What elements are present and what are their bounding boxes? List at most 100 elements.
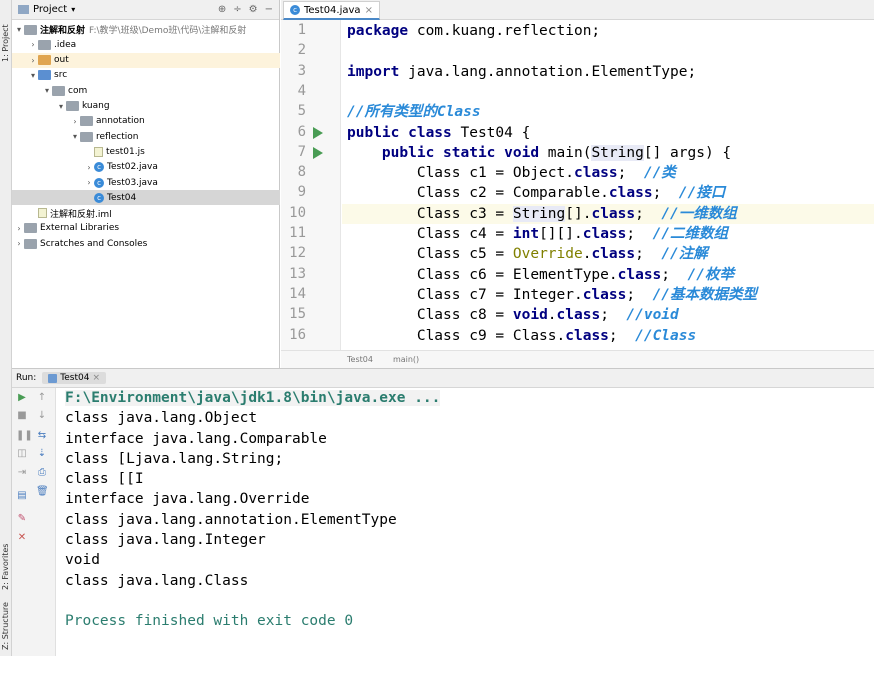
scroll-to-end-icon[interactable]: ⇣ <box>36 448 48 460</box>
up-arrow-icon[interactable]: ↑ <box>36 392 48 404</box>
chevron-down-icon[interactable]: ▾ <box>14 25 24 34</box>
tree-item-label: out <box>54 55 69 66</box>
console-output[interactable]: F:\Environment\java\jdk1.8\bin\java.exe … <box>56 388 874 656</box>
tree-item[interactable]: ▾ kuang <box>12 99 280 114</box>
chevron-right-icon[interactable]: › <box>84 163 94 172</box>
chevron-right-icon[interactable]: › <box>14 239 24 248</box>
stop-icon[interactable]: ■ <box>16 410 28 422</box>
tree-item[interactable]: test01.js <box>12 144 280 159</box>
trash-icon[interactable]: 🗑 <box>36 486 49 498</box>
code-line: Class c1 = Object.class; //类 <box>347 165 676 182</box>
tree-item[interactable]: › .idea <box>12 37 280 52</box>
locate-icon[interactable]: ⊕ <box>218 4 226 15</box>
chevron-down-icon[interactable]: ▾ <box>42 86 52 95</box>
line-number: 9 <box>297 184 306 201</box>
chevron-right-icon[interactable]: › <box>14 224 24 233</box>
tree-item-label: Test02.java <box>107 162 158 173</box>
run-panel-header: Run: Test04 × <box>12 368 874 388</box>
editor-tab-bar: c Test04.java × <box>281 0 874 20</box>
java-class-icon: c <box>94 177 104 188</box>
breadcrumb: Test04 main() <box>281 350 874 368</box>
tree-item-label: Test04 <box>107 192 137 203</box>
project-tool-tab[interactable]: 1: Project <box>0 24 12 122</box>
layout-icon[interactable]: ▤ <box>16 490 28 502</box>
tab-test04-java[interactable]: c Test04.java × <box>283 1 380 20</box>
folder-icon <box>18 5 29 14</box>
run-gutter-icon[interactable] <box>313 126 323 139</box>
code-line: Class c6 = ElementType.class; //枚举 <box>347 266 734 283</box>
close-icon[interactable]: × <box>92 373 100 383</box>
pause-icon[interactable]: ❚❚ <box>16 430 33 442</box>
tree-item[interactable]: › c Test02.java <box>12 160 280 175</box>
line-number: 4 <box>297 82 306 99</box>
file-icon <box>38 208 47 219</box>
code-line: Class c5 = Override.class; //注解 <box>347 246 708 263</box>
breadcrumb-class[interactable]: Test04 <box>347 355 373 364</box>
line-number: 8 <box>297 164 306 181</box>
rerun-icon[interactable]: ▶ <box>16 392 28 404</box>
chevron-down-icon[interactable]: ▾ <box>28 71 38 80</box>
folder-icon <box>24 24 37 35</box>
line-number: 2 <box>297 42 306 59</box>
line-number: 3 <box>297 62 306 79</box>
structure-tool-tab[interactable]: Z: Structure <box>0 602 12 700</box>
console-output-line: class java.lang.Class <box>65 572 249 589</box>
chevron-right-icon[interactable]: › <box>28 40 38 49</box>
down-arrow-icon[interactable]: ↓ <box>36 410 48 422</box>
tree-item[interactable]: › External Libraries <box>12 221 280 236</box>
chevron-right-icon[interactable]: › <box>28 56 38 65</box>
close-icon[interactable]: × <box>365 5 373 16</box>
breadcrumb-method[interactable]: main() <box>393 355 419 364</box>
run-tab-test04[interactable]: Test04 × <box>42 372 107 384</box>
tree-item[interactable]: ▾ reflection <box>12 129 280 144</box>
chevron-down-icon[interactable]: ▾ <box>71 5 75 14</box>
code-line: Class c7 = Integer.class; //基本数据类型 <box>347 286 758 303</box>
tree-item[interactable]: › Scratches and Consoles <box>12 236 280 251</box>
tree-item[interactable]: ▾ com <box>12 83 280 98</box>
code-editor[interactable]: package com.kuang.reflection; import java… <box>342 20 874 350</box>
console-output-line: class [[I <box>65 471 144 488</box>
folder-icon <box>38 70 51 81</box>
chevron-down-icon[interactable]: ▾ <box>56 102 66 111</box>
run-config-icon <box>48 373 58 383</box>
folder-icon <box>24 223 37 234</box>
soft-wrap-icon[interactable]: ⇆ <box>36 430 48 442</box>
tree-item[interactable]: ▾ src <box>12 68 280 83</box>
pin-icon[interactable]: ✎ <box>16 513 28 525</box>
console-output-line: class [Ljava.lang.String; <box>65 450 284 467</box>
tree-item[interactable]: › c Test03.java <box>12 175 280 190</box>
folder-icon <box>52 85 65 96</box>
run-gutter-icon[interactable] <box>313 146 323 159</box>
dump-threads-icon[interactable]: ◫ <box>16 448 28 460</box>
run-toolbar: ▶ ↑ ■ ↓ ❚❚ ⇆ ◫ ⇣ ⇥ ⎙ 🗑 ▤ ✎ ✕ <box>12 388 56 656</box>
tree-item-label: External Libraries <box>40 223 120 234</box>
tree-item[interactable]: c Test04 <box>12 190 280 206</box>
chevron-right-icon[interactable]: › <box>84 178 94 187</box>
tree-item[interactable]: ▾ 注解和反射 F:\教学\班级\Demo班\代码\注解和反射 <box>12 22 280 37</box>
line-number: 5 <box>297 103 306 120</box>
line-number: 14 <box>289 285 306 302</box>
tree-item[interactable]: 注解和反射.iml <box>12 206 280 221</box>
line-number: 6 <box>297 123 306 140</box>
hide-icon[interactable]: − <box>265 4 273 15</box>
tree-item[interactable]: › annotation <box>12 114 280 129</box>
folder-icon <box>80 131 93 142</box>
tree-item-label: annotation <box>96 116 145 127</box>
chevron-right-icon[interactable]: › <box>70 117 80 126</box>
folder-icon <box>24 238 37 249</box>
print-icon[interactable]: ⎙ <box>36 467 48 479</box>
tree-item[interactable]: › out <box>12 52 280 68</box>
exit-icon[interactable]: ⇥ <box>16 467 28 479</box>
console-output-line: void <box>65 552 100 569</box>
collapse-icon[interactable]: ÷ <box>233 4 241 15</box>
gear-icon[interactable]: ⚙ <box>249 4 258 15</box>
console-output-line: class java.lang.annotation.ElementType <box>65 511 397 528</box>
project-view-selector[interactable]: Project <box>33 4 67 15</box>
chevron-down-icon[interactable]: ▾ <box>70 132 80 141</box>
line-number: 11 <box>289 225 306 241</box>
folder-icon <box>38 55 51 66</box>
line-number: 10 <box>289 204 306 221</box>
close-icon[interactable]: ✕ <box>16 532 28 544</box>
